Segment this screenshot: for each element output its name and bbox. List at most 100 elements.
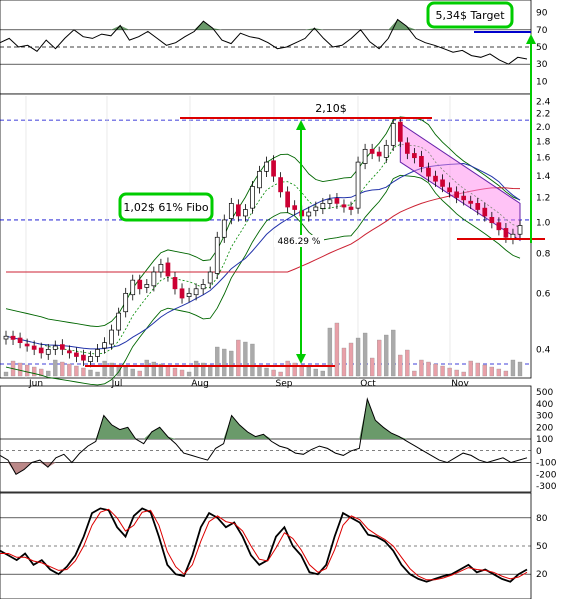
volume-bar — [74, 365, 79, 377]
candle-body — [81, 354, 86, 361]
volume-bar — [151, 361, 157, 377]
volume-bar — [271, 369, 276, 377]
volume-bar — [313, 368, 318, 377]
candle-body — [158, 263, 164, 273]
candle-body — [278, 177, 283, 193]
candle-body — [454, 191, 459, 198]
candle-body — [228, 203, 234, 219]
candle-body — [38, 347, 44, 354]
price-tick-label: 1.2 — [536, 193, 550, 203]
cci-tick-label: -300 — [536, 482, 557, 492]
candle-body — [362, 148, 368, 164]
volume-bar — [475, 362, 480, 377]
volume-bar — [53, 359, 58, 377]
volume-bar — [264, 367, 269, 377]
price-tick-label: 0.8 — [536, 250, 551, 260]
cci-tick-label: 500 — [536, 388, 553, 398]
candle-body — [243, 209, 248, 217]
top-price-label: 2,10$ — [315, 102, 347, 115]
gain-label: 486.29 % — [278, 237, 321, 247]
price-tick-label: 0.6 — [536, 289, 551, 299]
candle-body — [236, 204, 241, 217]
volume-bar — [95, 371, 100, 377]
rsi-tick-label: 50 — [536, 43, 548, 53]
candle-body — [376, 151, 382, 157]
volume-bar — [419, 359, 424, 377]
volume-bar — [186, 371, 192, 377]
candle-body — [468, 200, 474, 204]
rsi-tick-label: 10 — [536, 77, 548, 87]
candle-body — [67, 350, 72, 354]
candle-body — [221, 219, 227, 238]
volume-bar — [334, 322, 340, 377]
cci-tick-label: 0 — [536, 447, 542, 457]
candle-body — [447, 187, 452, 193]
volume-bar — [193, 360, 199, 377]
candle-body — [320, 203, 326, 209]
stochastic-tick-label: 80 — [536, 514, 548, 524]
volume-bar — [510, 359, 516, 377]
volume-bar — [348, 342, 354, 377]
candle-body — [109, 329, 114, 345]
candle-body — [102, 342, 107, 349]
candle-body — [165, 262, 171, 277]
volume-bar — [257, 365, 262, 377]
fibo-label: 1,02$ 61% Fibo — [123, 201, 208, 214]
month-tick-label: Nov — [451, 379, 469, 389]
price-tick-label: 2.4 — [536, 98, 551, 108]
volume-bar — [222, 348, 227, 377]
rsi-tick-label: 90 — [536, 9, 548, 19]
candle-body — [327, 199, 333, 204]
candle-body — [264, 161, 269, 172]
stochastic-tick-label: 50 — [536, 542, 548, 552]
volume-bar — [201, 362, 206, 377]
volume-bar — [517, 361, 523, 377]
candle-body — [285, 191, 290, 208]
price-tick-label: 1.8 — [536, 137, 551, 147]
price-tick-label: 1.0 — [536, 219, 551, 229]
candle-body — [144, 284, 150, 288]
price-tick-label: 1.6 — [536, 154, 551, 164]
volume-bar — [102, 360, 107, 377]
candle-body — [116, 312, 122, 331]
volume-bar — [369, 357, 375, 377]
candle-body — [369, 148, 375, 154]
cci-tick-label: -200 — [536, 470, 557, 480]
price-tick-label: 1.4 — [536, 172, 551, 182]
target-label: 5,34$ Target — [435, 9, 505, 22]
volume-bar — [320, 370, 325, 377]
volume-bar — [250, 343, 255, 377]
candle-body — [3, 335, 9, 340]
candle-body — [17, 337, 23, 344]
volume-bar — [426, 361, 431, 377]
candle-body — [172, 277, 178, 290]
candle-body — [341, 204, 347, 208]
volume-bar — [482, 364, 487, 377]
volume-bar — [503, 370, 509, 377]
volume-bar — [292, 362, 297, 377]
candle-body — [517, 225, 523, 235]
volume-bar — [306, 366, 311, 377]
candle-body — [193, 288, 199, 296]
volume-bar — [412, 370, 417, 377]
volume-bar — [278, 371, 283, 377]
volume-bar — [327, 327, 333, 377]
volume-bar — [137, 370, 142, 377]
volume-bar — [172, 367, 178, 377]
volume-bar — [3, 371, 9, 377]
candle-body — [292, 205, 298, 210]
volume-bar — [24, 364, 30, 377]
candle-body — [214, 236, 220, 274]
candle-body — [10, 335, 16, 340]
candle-body — [489, 216, 495, 224]
volume-bar — [123, 366, 128, 377]
candle-body — [496, 222, 502, 231]
candle-body — [412, 153, 417, 159]
volume-bar — [362, 332, 368, 377]
cci-tick-label: 200 — [536, 423, 553, 433]
candle-body — [179, 288, 185, 299]
candle-body — [348, 206, 354, 210]
volume-bar — [341, 347, 347, 377]
candle-body — [390, 123, 396, 146]
candle-body — [313, 206, 319, 212]
